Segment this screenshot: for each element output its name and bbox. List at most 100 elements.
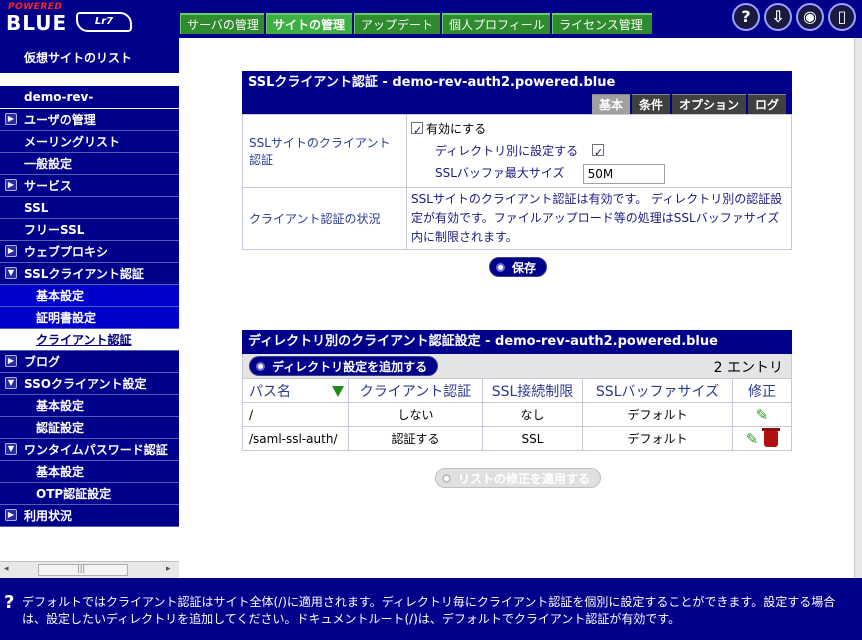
sidebar-item-mailing-list[interactable]: メーリングリスト: [0, 131, 179, 153]
ssl-client-auth-form: SSLサイトのクライアント認証 有効にする ディレクトリ別に設定する SSLバッ…: [242, 114, 792, 250]
sidebar-item-user-management[interactable]: ▶ ユーザの管理: [0, 109, 179, 131]
eye-icon[interactable]: ◉: [796, 3, 824, 31]
edit-pencil-icon[interactable]: ✎: [746, 430, 759, 448]
client-auth-status-label: クライアント認証の状況: [242, 187, 407, 250]
top-header: POWERED BLUE Lr7 サーバの管理 サイトの管理 アップデート 個人…: [0, 0, 862, 38]
tab-site-management[interactable]: サイトの管理: [266, 13, 352, 34]
sidebar-item-ssl-client-auth[interactable]: ▼ SSLクライアント認証: [0, 263, 179, 285]
column-client-auth[interactable]: クライアント認証: [348, 378, 483, 403]
sidebar-item-general-settings[interactable]: 一般設定: [0, 153, 179, 175]
main-vertical-scrollbar[interactable]: [854, 38, 862, 578]
sidebar-item-otp-basic-settings[interactable]: 基本設定: [0, 461, 179, 483]
add-directory-button[interactable]: ディレクトリ設定を追加する: [249, 356, 439, 376]
save-button[interactable]: 保存: [489, 257, 548, 277]
ssl-buffer-size-input[interactable]: 50M: [582, 163, 665, 184]
sidebar-item-sso-auth-settings[interactable]: 認証設定: [0, 417, 179, 439]
cell-ssl-buffer: デフォルト: [582, 402, 733, 427]
sidebar-item-sso-client-settings[interactable]: ▼ SSOクライアント設定: [0, 373, 179, 395]
tab-license-management[interactable]: ライセンス管理: [552, 13, 652, 34]
tab-personal-profile[interactable]: 個人プロフィール: [442, 13, 550, 34]
sidebar-item-web-proxy[interactable]: ▶ ウェブプロキシ: [0, 241, 179, 263]
table-row: /saml-ssl-auth/ 認証する SSL デフォルト ✎: [242, 426, 792, 451]
download-icon[interactable]: ⇩: [764, 3, 792, 31]
sidebar-item-sso-basic-settings[interactable]: 基本設定: [0, 395, 179, 417]
collapse-arrow-icon: ▼: [5, 443, 17, 455]
per-directory-checkbox[interactable]: [592, 142, 604, 164]
cell-ssl-buffer: デフォルト: [582, 426, 733, 451]
directory-auth-table: パス名 クライアント認証 SSL接続制限 SSLバッファサイズ 修正 / しない…: [242, 378, 792, 451]
expand-arrow-icon: ▶: [5, 113, 17, 125]
sidebar: 仮想サイトのリスト demo-rev-auth2.powered.blue ▶ユ…: [0, 38, 179, 578]
apply-list-changes-button[interactable]: リストの修正を適用する: [435, 468, 602, 488]
directory-list-toolbar: ディレクトリ設定を追加する 2 エントリ: [242, 354, 792, 378]
help-footer: ? デフォルトではクライアント認証はサイト全体(/)に適用されます。ディレクトリ…: [0, 578, 862, 640]
edit-pencil-icon[interactable]: ✎: [756, 406, 769, 424]
sidebar-item-usage-status[interactable]: ▶ 利用状況: [0, 505, 179, 527]
enable-checkbox[interactable]: [411, 120, 423, 142]
column-ssl-restriction[interactable]: SSL接続制限: [482, 378, 583, 403]
table-row: / しない なし デフォルト ✎: [242, 402, 792, 427]
ssl-buffer-size-label: SSLバッファ最大サイズ: [435, 166, 565, 180]
subtab-basic[interactable]: 基本: [591, 94, 630, 114]
collapse-arrow-icon: ▼: [5, 267, 17, 279]
subtab-options[interactable]: オプション: [671, 94, 746, 114]
help-icon[interactable]: ?: [732, 3, 760, 31]
top-tab-bar: サーバの管理 サイトの管理 アップデート 個人プロフィール ライセンス管理: [180, 13, 652, 34]
sidebar-item-ssl[interactable]: SSL: [0, 197, 179, 219]
cell-client-auth: 認証する: [348, 426, 483, 451]
panel-title: SSLクライアント認証 - demo-rev-auth2.powered.blu…: [248, 75, 616, 90]
sidebar-item-services[interactable]: ▶ サービス: [0, 175, 179, 197]
sidebar-item-otp-auth[interactable]: ▼ ワンタイムパスワード認証: [0, 439, 179, 461]
virtual-site-list-link[interactable]: 仮想サイトのリスト: [0, 38, 179, 74]
delete-trash-icon[interactable]: [762, 427, 781, 447]
ssl-client-auth-panel-header: SSLクライアント認証 - demo-rev-auth2.powered.blu…: [242, 71, 792, 114]
expand-arrow-icon: ▶: [5, 509, 17, 521]
column-path[interactable]: パス名: [242, 378, 349, 403]
button-dot-icon: [256, 362, 265, 371]
cell-client-auth: しない: [348, 402, 483, 427]
subtab-log[interactable]: ログ: [747, 94, 786, 114]
cell-path: /: [242, 402, 349, 427]
ssl-client-auth-panel: SSLクライアント認証 - demo-rev-auth2.powered.blu…: [242, 71, 792, 250]
client-auth-setting-label: SSLサイトのクライアント認証: [242, 114, 407, 188]
sidebar-horizontal-scrollbar[interactable]: ◂ ||| ▸: [0, 561, 179, 578]
sidebar-item-certificate-settings[interactable]: 証明書設定: [0, 307, 179, 329]
collapse-arrow-icon: ▼: [5, 377, 17, 389]
subtab-conditions[interactable]: 条件: [631, 94, 670, 114]
expand-arrow-icon: ▶: [5, 179, 17, 191]
sidebar-item-otp-auth-settings[interactable]: OTP認証設定: [0, 483, 179, 505]
sidebar-item-free-ssl[interactable]: フリーSSL: [0, 219, 179, 241]
powered-blue-logo: POWERED BLUE Lr7: [4, 2, 132, 36]
help-question-icon: ?: [4, 592, 15, 613]
button-dot-icon: [442, 474, 451, 483]
scroll-right-arrow-icon[interactable]: ▸: [166, 564, 171, 574]
panel-title: ディレクトリ別のクライアント認証設定 - demo-rev-auth2.powe…: [248, 334, 718, 349]
tab-server-management[interactable]: サーバの管理: [180, 13, 264, 34]
scroll-left-arrow-icon[interactable]: ◂: [4, 564, 9, 574]
sidebar-nav: ▶ ユーザの管理 メーリングリスト 一般設定 ▶ サービス SSL フリーSSL ▶…: [0, 109, 179, 527]
sidebar-item-blog[interactable]: ▶ ブログ: [0, 351, 179, 373]
button-dot-icon: [496, 263, 505, 272]
sidebar-item-client-auth[interactable]: クライアント認証: [0, 329, 179, 351]
enable-checkbox-label: 有効にする: [426, 122, 487, 136]
directory-auth-panel-header: ディレクトリ別のクライアント認証設定 - demo-rev-auth2.powe…: [242, 330, 792, 354]
entry-count: 2 エントリ: [713, 360, 783, 376]
cell-path: /saml-ssl-auth/: [242, 426, 349, 451]
column-edit: 修正: [732, 378, 792, 403]
sort-desc-icon[interactable]: [332, 386, 344, 397]
sidebar-item-ssl-basic-settings[interactable]: 基本設定: [0, 285, 179, 307]
help-text: デフォルトではクライアント認証はサイト全体(/)に適用されます。ディレクトリ毎に…: [22, 595, 836, 626]
sidebar-site-name[interactable]: demo-rev-auth2.powered.blue: [0, 86, 179, 127]
panel-subtabs: 基本 条件 オプション ログ: [248, 94, 786, 114]
main-content: SSLクライアント認証 - demo-rev-auth2.powered.blu…: [179, 38, 862, 578]
column-ssl-buffer-size[interactable]: SSLバッファサイズ: [582, 378, 733, 403]
logout-icon[interactable]: ▯: [828, 3, 856, 31]
table-header-row: パス名 クライアント認証 SSL接続制限 SSLバッファサイズ 修正: [242, 378, 792, 403]
tab-update[interactable]: アップデート: [354, 13, 440, 34]
expand-arrow-icon: ▶: [5, 245, 17, 257]
directory-auth-panel: ディレクトリ別のクライアント認証設定 - demo-rev-auth2.powe…: [242, 330, 792, 451]
scrollbar-thumb[interactable]: |||: [38, 564, 128, 576]
cell-ssl-restriction: なし: [482, 402, 583, 427]
expand-arrow-icon: ▶: [5, 355, 17, 367]
cell-ssl-restriction: SSL: [482, 426, 583, 451]
